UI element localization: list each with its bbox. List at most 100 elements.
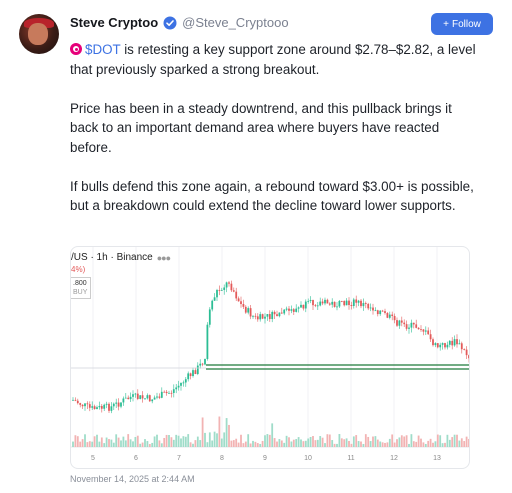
x-tick-label: 12 bbox=[390, 455, 398, 462]
post-paragraph-3: If bulls defend this zone again, a rebou… bbox=[70, 178, 474, 214]
candle-body bbox=[153, 397, 156, 400]
candle-body bbox=[129, 396, 132, 400]
candle-body bbox=[242, 304, 245, 307]
candle-body bbox=[417, 327, 420, 330]
x-tick-label: 5 bbox=[91, 455, 95, 462]
price-box[interactable]: .800 BUY bbox=[71, 277, 91, 299]
candle-body bbox=[412, 322, 415, 325]
candle-body bbox=[362, 303, 365, 307]
volume-bar bbox=[156, 434, 158, 447]
volume-bar bbox=[98, 441, 101, 447]
volume-bar bbox=[124, 440, 127, 447]
volume-bar bbox=[268, 434, 271, 447]
volume-bar bbox=[316, 439, 319, 447]
avatar[interactable] bbox=[19, 14, 59, 54]
volume-bar bbox=[177, 435, 180, 447]
ticker-link[interactable]: $DOT bbox=[85, 42, 120, 57]
volume-bar bbox=[153, 436, 156, 447]
author-handle[interactable]: @Steve_Cryptooo bbox=[182, 15, 288, 30]
candle-body bbox=[280, 312, 283, 314]
candle-body bbox=[201, 363, 204, 365]
x-tick-label: 10 bbox=[304, 455, 312, 462]
volume-bar bbox=[304, 440, 307, 447]
candle-body bbox=[273, 311, 276, 315]
volume-bar bbox=[136, 435, 139, 447]
candle-body bbox=[271, 311, 274, 320]
volume-bar bbox=[208, 432, 211, 447]
candle-body bbox=[396, 320, 398, 326]
volume-bar bbox=[172, 439, 175, 447]
x-tick-label: 13 bbox=[433, 455, 441, 462]
volume-bar bbox=[321, 437, 324, 447]
post-header: Steve Cryptoo @Steve_Cryptooo bbox=[70, 15, 289, 30]
volume-bar bbox=[444, 442, 446, 447]
volume-bar bbox=[170, 437, 173, 447]
candle-body bbox=[285, 308, 288, 310]
candle-body bbox=[72, 399, 74, 401]
volume-bar bbox=[388, 438, 391, 447]
candle-body bbox=[439, 344, 442, 348]
volume-bar bbox=[211, 440, 214, 447]
follow-button[interactable]: + Follow bbox=[431, 13, 493, 35]
volume-bar bbox=[336, 443, 338, 447]
volume-bar bbox=[213, 431, 216, 447]
candle-body bbox=[168, 392, 170, 394]
candle-body bbox=[374, 310, 377, 312]
candle-body bbox=[405, 324, 408, 329]
candle-body bbox=[384, 311, 386, 313]
volume-bar bbox=[408, 443, 410, 447]
candle-body bbox=[453, 339, 456, 346]
volume-bar bbox=[88, 441, 91, 447]
post-timestamp[interactable]: November 14, 2025 at 2:44 AM bbox=[70, 474, 195, 484]
candle-body bbox=[218, 289, 221, 291]
volume-bar bbox=[420, 438, 422, 447]
candle-body bbox=[458, 343, 461, 345]
volume-bar bbox=[112, 442, 115, 447]
candle-body bbox=[432, 339, 434, 346]
candle-body bbox=[124, 397, 127, 399]
candle-body bbox=[456, 339, 458, 345]
post-paragraph-1: $DOT is retesting a key support zone aro… bbox=[70, 40, 482, 79]
volume-bar bbox=[84, 434, 86, 447]
candle-body bbox=[98, 406, 101, 408]
volume-bar bbox=[276, 441, 278, 447]
candle-body bbox=[184, 379, 187, 383]
volume-bar bbox=[206, 442, 209, 447]
volume-bar bbox=[328, 434, 331, 447]
candle-body bbox=[381, 310, 384, 312]
volume-bar bbox=[280, 440, 283, 447]
volume-bar bbox=[379, 441, 382, 447]
volume-bar bbox=[384, 442, 386, 447]
volume-bar bbox=[288, 437, 290, 447]
chart-image[interactable]: /US · 1h · Binance ●●● 4%) .800 BUY 5 6 7 8… bbox=[70, 246, 470, 469]
volume-bar bbox=[132, 441, 134, 447]
volume-bar bbox=[192, 443, 194, 447]
candle-body bbox=[441, 343, 444, 345]
candle-body bbox=[247, 308, 250, 313]
candle-body bbox=[165, 391, 168, 394]
candle-body bbox=[264, 316, 266, 319]
candle-body bbox=[321, 301, 324, 304]
volume-bar bbox=[72, 441, 74, 447]
candle-body bbox=[444, 343, 446, 348]
volume-bar bbox=[391, 434, 394, 447]
volume-bar bbox=[204, 432, 206, 447]
candle-body bbox=[156, 396, 158, 398]
candle-body bbox=[220, 289, 223, 291]
volume-bar bbox=[117, 437, 120, 447]
volume-bar bbox=[91, 441, 94, 447]
volume-bar bbox=[216, 433, 218, 447]
candle-body bbox=[376, 310, 379, 315]
author-name[interactable]: Steve Cryptoo bbox=[70, 15, 158, 30]
candle-body bbox=[175, 387, 178, 390]
candle-body bbox=[448, 340, 451, 345]
candle-body bbox=[312, 300, 314, 306]
candle-body bbox=[468, 355, 469, 359]
candle-body bbox=[446, 344, 449, 348]
candle-body bbox=[422, 329, 425, 332]
more-icon[interactable]: ●●● bbox=[157, 253, 171, 263]
candle-body bbox=[194, 370, 197, 374]
volume-bar bbox=[424, 443, 427, 447]
candle-body bbox=[266, 314, 269, 317]
volume-bar bbox=[201, 417, 204, 447]
